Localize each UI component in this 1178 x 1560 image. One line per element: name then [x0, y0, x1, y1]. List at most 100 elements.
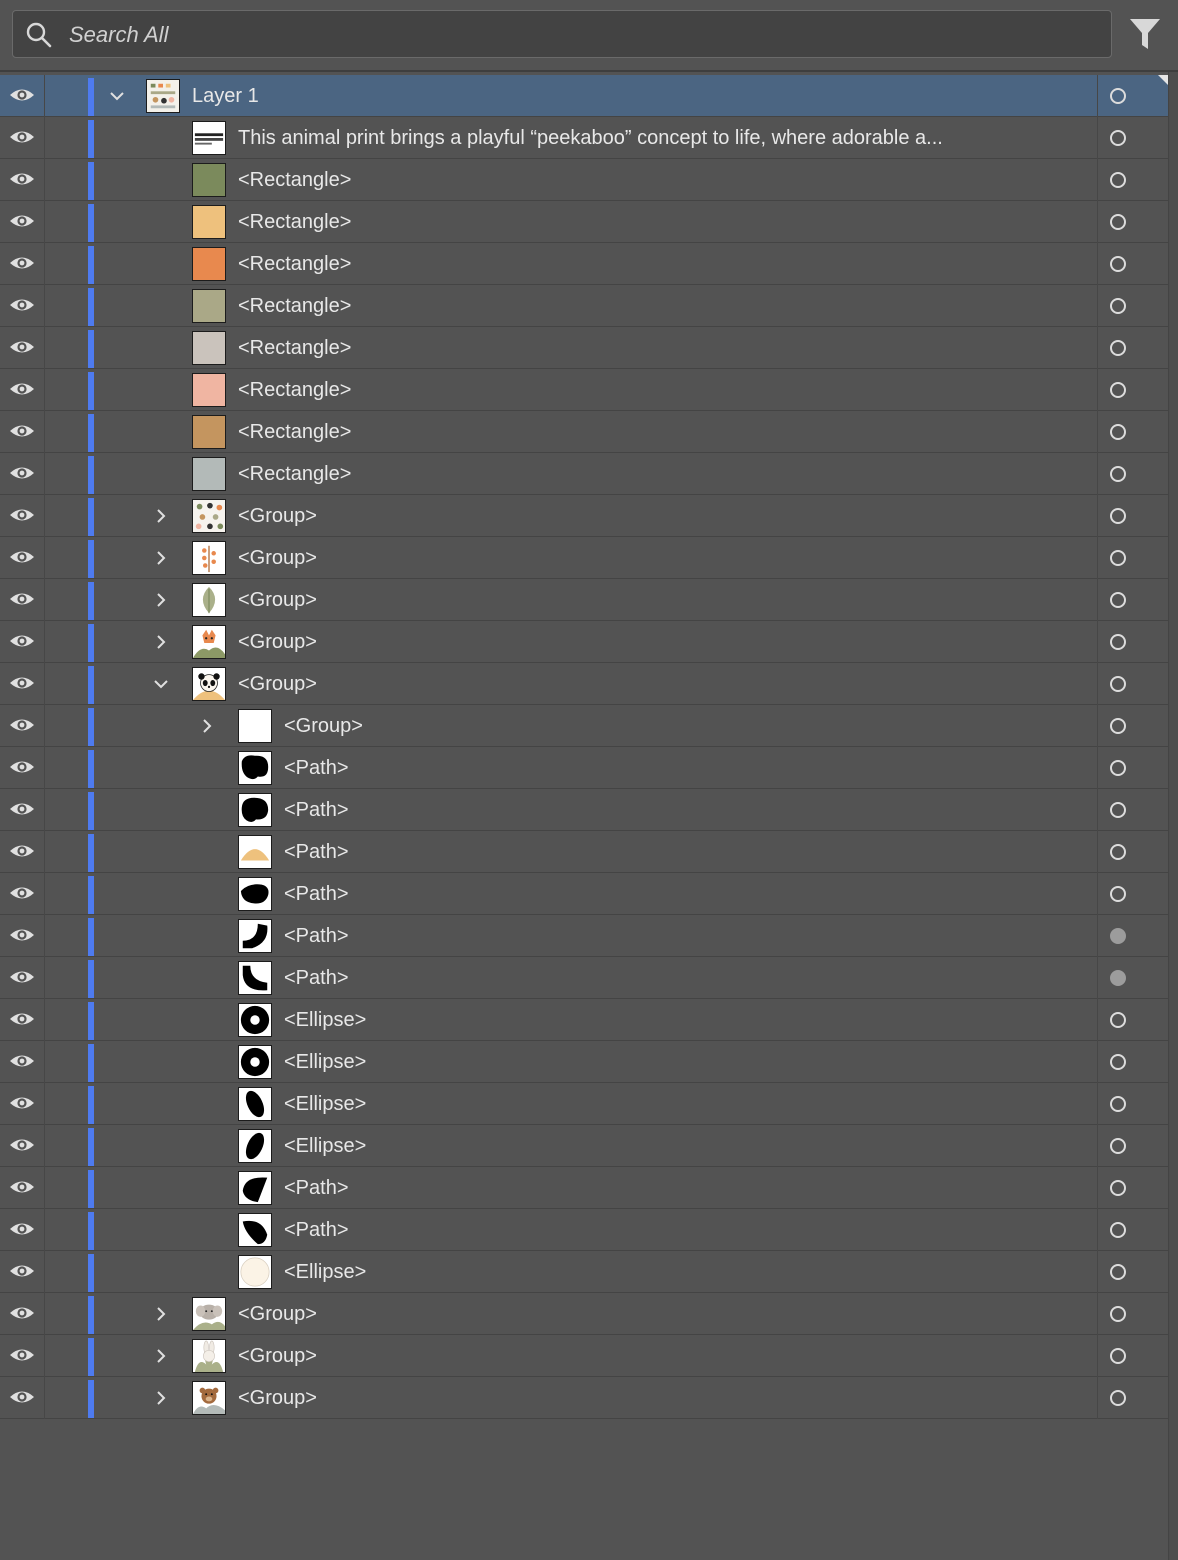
- visibility-eye-icon[interactable]: [8, 799, 36, 819]
- sublayer-row[interactable]: <Rectangle>: [0, 327, 1168, 369]
- target-circle-icon[interactable]: [1110, 676, 1126, 692]
- lock-column[interactable]: [44, 1377, 45, 1419]
- target-circle-icon[interactable]: [1110, 424, 1126, 440]
- target-circle-icon[interactable]: [1110, 592, 1126, 608]
- lock-column[interactable]: [44, 1251, 45, 1293]
- sublayer-row[interactable]: <Ellipse>: [0, 1125, 1168, 1167]
- target-circle-icon[interactable]: [1110, 508, 1126, 524]
- target-circle-icon[interactable]: [1110, 256, 1126, 272]
- sublayer-row[interactable]: <Path>: [0, 915, 1168, 957]
- chevron-down-icon[interactable]: [152, 675, 170, 693]
- lock-column[interactable]: [44, 999, 45, 1041]
- visibility-eye-icon[interactable]: [8, 547, 36, 567]
- lock-column[interactable]: [44, 411, 45, 453]
- sublayer-row[interactable]: <Group>: [0, 1335, 1168, 1377]
- lock-column[interactable]: [44, 1125, 45, 1167]
- layer-name[interactable]: <Rectangle>: [238, 369, 351, 411]
- visibility-eye-icon[interactable]: [8, 715, 36, 735]
- visibility-eye-icon[interactable]: [8, 379, 36, 399]
- target-circle-icon[interactable]: [1110, 172, 1126, 188]
- layer-name[interactable]: <Rectangle>: [238, 327, 351, 369]
- layer-name[interactable]: <Ellipse>: [284, 1251, 366, 1293]
- target-circle-icon[interactable]: [1110, 1390, 1126, 1406]
- chevron-right-icon[interactable]: [152, 507, 170, 525]
- visibility-eye-icon[interactable]: [8, 1219, 36, 1239]
- target-circle-icon[interactable]: [1110, 802, 1126, 818]
- lock-column[interactable]: [44, 789, 45, 831]
- visibility-eye-icon[interactable]: [8, 421, 36, 441]
- target-circle-icon[interactable]: [1110, 634, 1126, 650]
- layer-name[interactable]: <Path>: [284, 747, 349, 789]
- sublayer-row[interactable]: <Path>: [0, 831, 1168, 873]
- visibility-eye-icon[interactable]: [8, 757, 36, 777]
- lock-column[interactable]: [44, 579, 45, 621]
- lock-column[interactable]: [44, 201, 45, 243]
- target-circle-icon[interactable]: [1110, 1012, 1126, 1028]
- target-circle-icon[interactable]: [1110, 1306, 1126, 1322]
- layer-name[interactable]: <Group>: [238, 1377, 317, 1419]
- lock-column[interactable]: [44, 369, 45, 411]
- sublayer-row[interactable]: <Path>: [0, 873, 1168, 915]
- lock-column[interactable]: [44, 285, 45, 327]
- target-circle-icon[interactable]: [1110, 88, 1126, 104]
- lock-column[interactable]: [44, 327, 45, 369]
- target-circle-icon[interactable]: [1110, 1180, 1126, 1196]
- visibility-eye-icon[interactable]: [8, 85, 36, 105]
- layer-name[interactable]: <Rectangle>: [238, 201, 351, 243]
- sublayer-row[interactable]: <Group>: [0, 537, 1168, 579]
- lock-column[interactable]: [44, 1083, 45, 1125]
- sublayer-row[interactable]: <Rectangle>: [0, 411, 1168, 453]
- lock-column[interactable]: [44, 453, 45, 495]
- chevron-right-icon[interactable]: [152, 549, 170, 567]
- sublayer-row[interactable]: <Path>: [0, 957, 1168, 999]
- lock-column[interactable]: [44, 1041, 45, 1083]
- visibility-eye-icon[interactable]: [8, 673, 36, 693]
- lock-column[interactable]: [44, 117, 45, 159]
- chevron-down-icon[interactable]: [108, 87, 126, 105]
- lock-column[interactable]: [44, 621, 45, 663]
- layer-name[interactable]: <Path>: [284, 831, 349, 873]
- target-circle-icon[interactable]: [1110, 1138, 1126, 1154]
- lock-column[interactable]: [44, 705, 45, 747]
- layer-name[interactable]: <Group>: [238, 579, 317, 621]
- sublayer-row[interactable]: This animal print brings a playful “peek…: [0, 117, 1168, 159]
- search-placeholder[interactable]: Search All: [69, 21, 168, 49]
- lock-column[interactable]: [44, 75, 45, 117]
- visibility-eye-icon[interactable]: [8, 463, 36, 483]
- target-circle-icon[interactable]: [1110, 1054, 1126, 1070]
- layer-name[interactable]: <Ellipse>: [284, 1041, 366, 1083]
- target-circle-icon[interactable]: [1110, 760, 1126, 776]
- sublayer-row[interactable]: <Group>: [0, 1377, 1168, 1419]
- lock-column[interactable]: [44, 1293, 45, 1335]
- target-circle-icon[interactable]: [1110, 1264, 1126, 1280]
- visibility-eye-icon[interactable]: [8, 841, 36, 861]
- target-circle-icon[interactable]: [1110, 298, 1126, 314]
- lock-column[interactable]: [44, 957, 45, 999]
- visibility-eye-icon[interactable]: [8, 1261, 36, 1281]
- layer-name[interactable]: <Ellipse>: [284, 999, 366, 1041]
- lock-column[interactable]: [44, 1335, 45, 1377]
- visibility-eye-icon[interactable]: [8, 211, 36, 231]
- layer-name[interactable]: <Path>: [284, 957, 349, 999]
- visibility-eye-icon[interactable]: [8, 169, 36, 189]
- target-circle-icon[interactable]: [1110, 718, 1126, 734]
- target-circle-icon[interactable]: [1110, 970, 1126, 986]
- lock-column[interactable]: [44, 243, 45, 285]
- chevron-right-icon[interactable]: [152, 633, 170, 651]
- chevron-right-icon[interactable]: [152, 591, 170, 609]
- visibility-eye-icon[interactable]: [8, 631, 36, 651]
- lock-column[interactable]: [44, 1209, 45, 1251]
- sublayer-row[interactable]: <Path>: [0, 1209, 1168, 1251]
- sublayer-row[interactable]: <Group>: [0, 579, 1168, 621]
- visibility-eye-icon[interactable]: [8, 295, 36, 315]
- layer-name[interactable]: <Rectangle>: [238, 453, 351, 495]
- visibility-eye-icon[interactable]: [8, 589, 36, 609]
- chevron-right-icon[interactable]: [152, 1389, 170, 1407]
- sublayer-row[interactable]: <Ellipse>: [0, 1251, 1168, 1293]
- layer-name[interactable]: This animal print brings a playful “peek…: [238, 117, 943, 159]
- visibility-eye-icon[interactable]: [8, 253, 36, 273]
- layer-name[interactable]: <Group>: [238, 663, 317, 705]
- filter-icon[interactable]: [1128, 16, 1162, 52]
- sublayer-row[interactable]: <Rectangle>: [0, 243, 1168, 285]
- target-circle-icon[interactable]: [1110, 382, 1126, 398]
